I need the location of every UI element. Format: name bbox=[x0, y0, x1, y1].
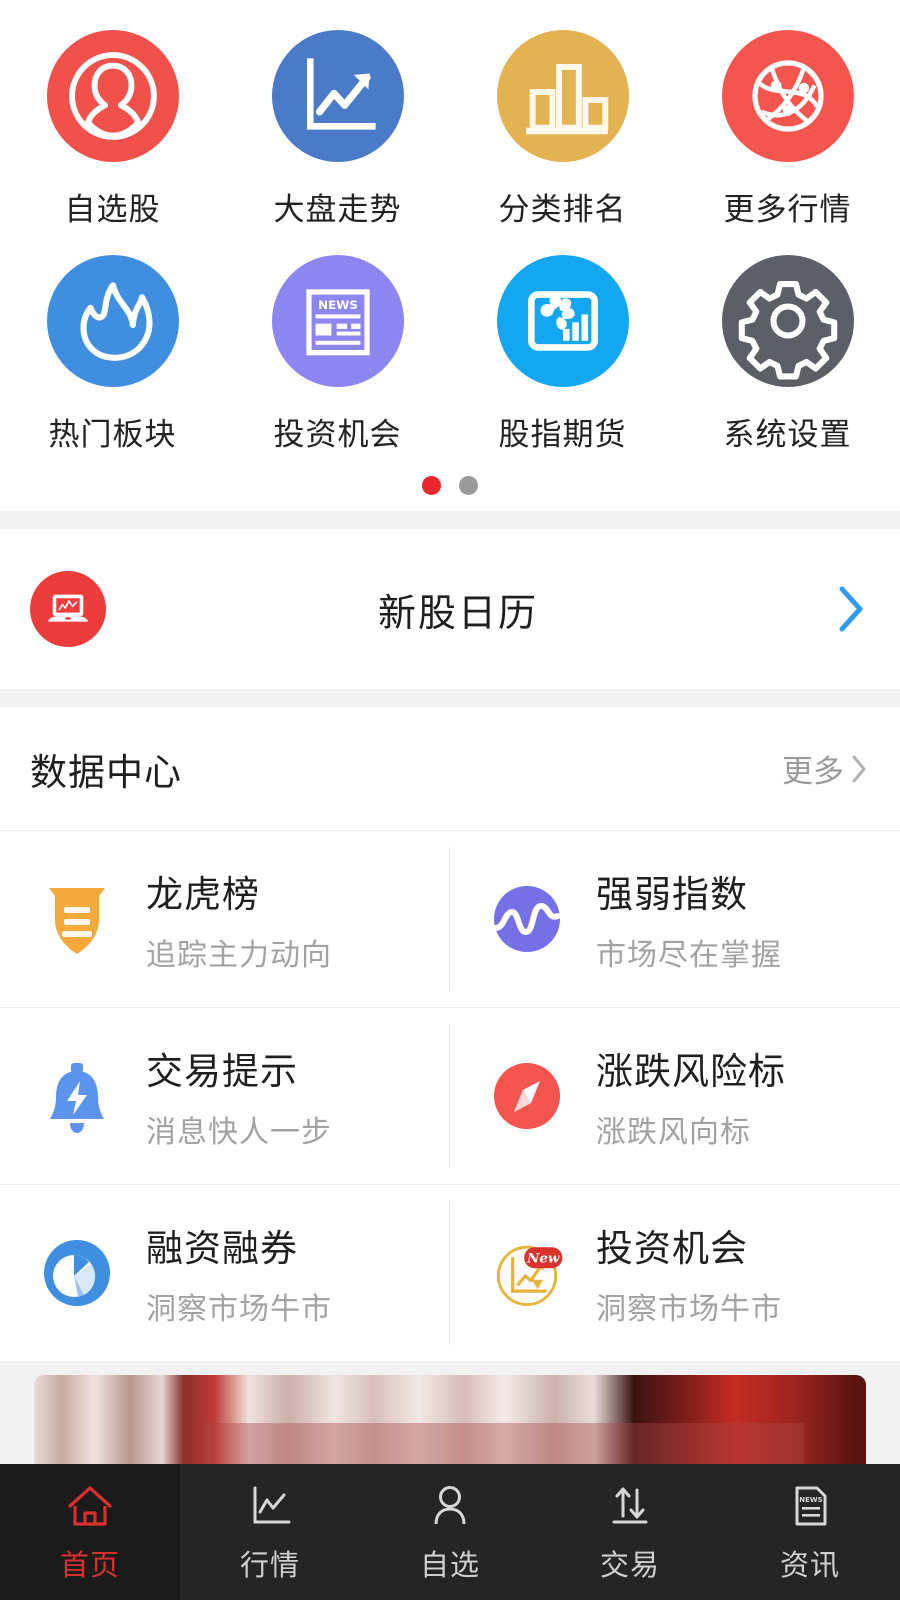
quick-entry-zixuangu[interactable]: 自选股 bbox=[0, 22, 225, 247]
data-center-title: 数据中心 bbox=[30, 751, 182, 793]
data-center-item-text: 融资融券 洞察市场牛市 bbox=[146, 1218, 332, 1328]
page-indicator bbox=[0, 472, 900, 511]
data-center-item-text: 投资机会 洞察市场牛市 bbox=[596, 1218, 782, 1328]
svg-text:NEWS: NEWS bbox=[318, 298, 358, 312]
quick-entry-label: 自选股 bbox=[64, 192, 161, 227]
wave-circle-icon bbox=[484, 876, 570, 962]
tab-home[interactable]: 首页 bbox=[0, 1464, 180, 1600]
pie-chart-icon bbox=[34, 1230, 120, 1316]
data-center-item-desc: 洞察市场牛市 bbox=[146, 1293, 332, 1326]
quick-entry-fenleipaiming[interactable]: 分类排名 bbox=[450, 22, 675, 247]
bottom-tabbar: 首页 行情 自选 交易 NEWS 资讯 bbox=[0, 1464, 900, 1600]
data-center-item-name: 融资融券 bbox=[146, 1228, 298, 1269]
quick-entry-remenbankuai[interactable]: 热门板块 bbox=[0, 247, 225, 472]
line-chart-icon bbox=[271, 30, 404, 162]
chevron-right-icon bbox=[852, 755, 866, 782]
chart-icon bbox=[244, 1480, 296, 1532]
data-center-item-name: 投资机会 bbox=[596, 1228, 748, 1269]
data-center-item-longhubang[interactable]: 龙虎榜 追踪主力动向 bbox=[0, 831, 450, 1007]
app-root: 自选股 大盘走势 分类排名 更多行情 热门板块 NEWS 投资机会 股指期货 系… bbox=[0, 0, 900, 1600]
data-center-item-desc: 市场尽在掌握 bbox=[596, 939, 782, 972]
home-icon bbox=[64, 1480, 116, 1532]
quick-entry-touzijihui[interactable]: NEWS 投资机会 bbox=[225, 247, 450, 472]
chevron-right-icon[interactable] bbox=[810, 579, 870, 639]
data-center-row: 融资融券 洞察市场牛市 New 投资机会 洞察市场牛市 bbox=[0, 1185, 900, 1361]
laptop-chart-icon bbox=[30, 571, 106, 647]
data-center-item-name: 强弱指数 bbox=[596, 874, 748, 915]
quick-entry-dapanzoushi[interactable]: 大盘走势 bbox=[225, 22, 450, 247]
quick-entry-xitongshezhi[interactable]: 系统设置 bbox=[675, 247, 900, 472]
transfer-icon bbox=[604, 1480, 656, 1532]
tab-label: 首页 bbox=[59, 1550, 120, 1582]
data-center-item-desc: 洞察市场牛市 bbox=[596, 1293, 782, 1326]
data-center-more-label: 更多 bbox=[782, 754, 844, 789]
data-center-item-jiaoyitishi[interactable]: 交易提示 消息快人一步 bbox=[0, 1008, 450, 1184]
shield-list-icon bbox=[34, 876, 120, 962]
tab-label: 资讯 bbox=[779, 1550, 840, 1582]
quick-entry-grid: 自选股 大盘走势 分类排名 更多行情 热门板块 NEWS 投资机会 股指期货 系… bbox=[0, 0, 900, 472]
quick-entry-label: 热门板块 bbox=[48, 417, 177, 452]
data-center-item-desc: 涨跌风向标 bbox=[596, 1116, 751, 1149]
data-center-header: 数据中心 更多 bbox=[0, 707, 900, 831]
data-center-item-text: 强弱指数 市场尽在掌握 bbox=[596, 864, 782, 974]
quick-entry-label: 大盘走势 bbox=[273, 192, 402, 227]
quick-entry-label: 投资机会 bbox=[273, 417, 402, 452]
quick-entry-label: 更多行情 bbox=[723, 192, 852, 227]
data-center-item-qiangruozhishu[interactable]: 强弱指数 市场尽在掌握 bbox=[450, 831, 900, 1007]
data-center-item-desc: 消息快人一步 bbox=[146, 1116, 332, 1149]
data-center-section: 数据中心 更多 龙虎榜 追踪主力动向 强弱指数 市场尽在掌握 交易提示 消息快人… bbox=[0, 707, 900, 1361]
quick-entry-gengduohangqing[interactable]: 更多行情 bbox=[675, 22, 900, 247]
data-center-item-touzijihui[interactable]: New New 投资机会 洞察市场牛市 bbox=[450, 1185, 900, 1361]
quick-entry-section: 自选股 大盘走势 分类排名 更多行情 热门板块 NEWS 投资机会 股指期货 系… bbox=[0, 0, 900, 511]
quick-entry-label: 系统设置 bbox=[723, 417, 852, 452]
gear-icon bbox=[721, 255, 854, 387]
bar-chart-icon bbox=[496, 30, 629, 162]
tab-watchlist[interactable]: 自选 bbox=[360, 1464, 540, 1600]
person-circle-icon bbox=[46, 30, 179, 162]
section-gap bbox=[0, 689, 900, 707]
promo-banner-image[interactable] bbox=[34, 1375, 866, 1464]
svg-text:New: New bbox=[526, 1250, 560, 1266]
svg-text:NEWS: NEWS bbox=[799, 1496, 822, 1504]
news-icon: NEWS bbox=[784, 1480, 836, 1532]
data-center-item-name: 龙虎榜 bbox=[146, 874, 260, 915]
quick-entry-guzhiqihuo[interactable]: 股指期货 bbox=[450, 247, 675, 472]
page-dot-active[interactable] bbox=[422, 476, 441, 495]
person-icon bbox=[424, 1480, 476, 1532]
page-dot-inactive[interactable] bbox=[459, 476, 478, 495]
tab-label: 行情 bbox=[239, 1550, 300, 1582]
data-center-item-zhangdiefengxianbiao[interactable]: 涨跌风险标 涨跌风向标 bbox=[450, 1008, 900, 1184]
data-center-item-name: 涨跌风险标 bbox=[596, 1051, 786, 1092]
data-center-item-desc: 追踪主力动向 bbox=[146, 939, 332, 972]
compass-icon bbox=[484, 1053, 570, 1139]
globe-network-icon bbox=[721, 30, 854, 162]
growth-chart-icon: New New bbox=[484, 1230, 570, 1316]
data-center-item-rongzirongquan[interactable]: 融资融券 洞察市场牛市 bbox=[0, 1185, 450, 1361]
ipo-calendar-row[interactable]: 新股日历 bbox=[0, 529, 900, 689]
tab-label: 交易 bbox=[599, 1550, 660, 1582]
tab-label: 自选 bbox=[419, 1550, 480, 1582]
ipo-calendar-title: 新股日历 bbox=[377, 592, 538, 635]
promo-banner-section bbox=[0, 1361, 900, 1464]
newspaper-icon: NEWS bbox=[271, 255, 404, 387]
promo-banner-overlay bbox=[34, 1375, 866, 1464]
quick-entry-label: 分类排名 bbox=[498, 192, 627, 227]
bell-bolt-icon bbox=[34, 1053, 120, 1139]
data-center-item-text: 交易提示 消息快人一步 bbox=[146, 1041, 332, 1151]
quick-entry-label: 股指期货 bbox=[498, 417, 627, 452]
data-center-row: 交易提示 消息快人一步 涨跌风险标 涨跌风向标 bbox=[0, 1008, 900, 1185]
data-center-more-button[interactable]: 更多 bbox=[782, 746, 870, 791]
data-center-row: 龙虎榜 追踪主力动向 强弱指数 市场尽在掌握 bbox=[0, 831, 900, 1008]
data-center-item-text: 龙虎榜 追踪主力动向 bbox=[146, 864, 332, 974]
data-center-item-text: 涨跌风险标 涨跌风向标 bbox=[596, 1041, 786, 1151]
data-center-item-name: 交易提示 bbox=[146, 1051, 298, 1092]
tab-market[interactable]: 行情 bbox=[180, 1464, 360, 1600]
flame-icon bbox=[46, 255, 179, 387]
tab-news[interactable]: NEWS 资讯 bbox=[720, 1464, 900, 1600]
tab-trade[interactable]: 交易 bbox=[540, 1464, 720, 1600]
data-center-grid: 龙虎榜 追踪主力动向 强弱指数 市场尽在掌握 交易提示 消息快人一步 涨跌风险标… bbox=[0, 831, 900, 1361]
section-gap bbox=[0, 511, 900, 529]
hk-index-icon bbox=[496, 255, 629, 387]
